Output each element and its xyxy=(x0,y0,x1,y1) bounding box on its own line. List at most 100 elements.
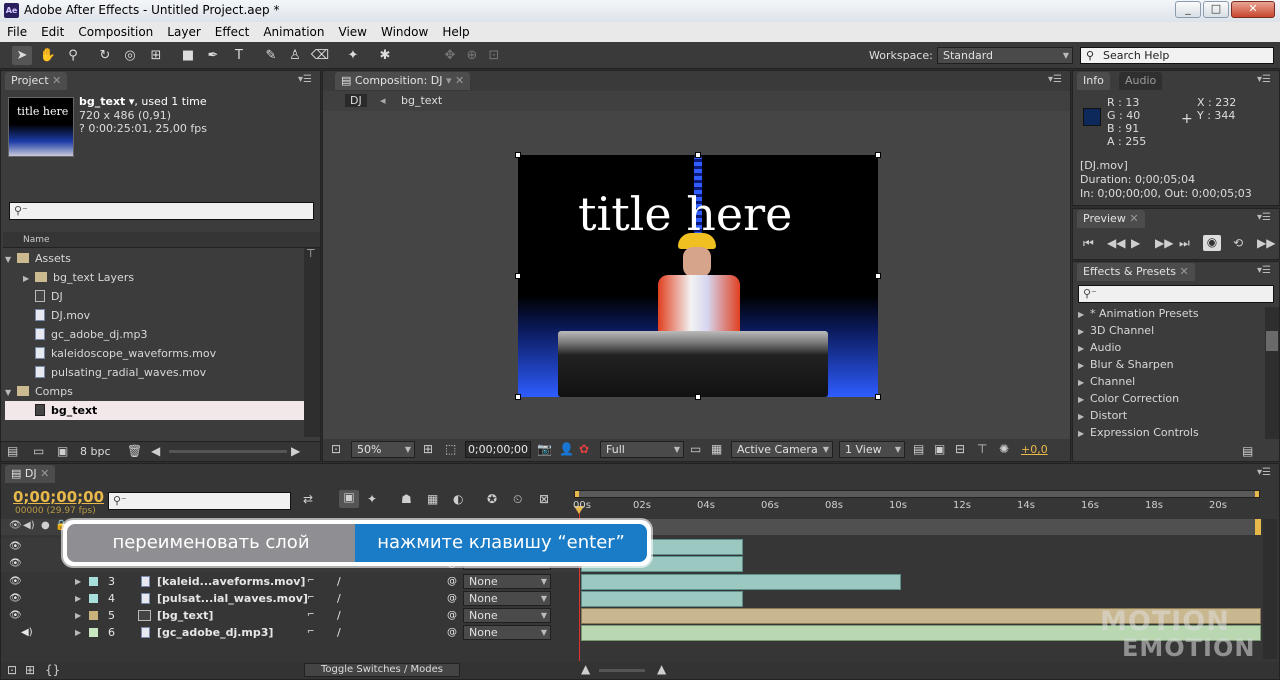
handle-tl[interactable] xyxy=(515,152,521,158)
tab-composition[interactable]: ▤ Composition: DJ ▾ ✕ xyxy=(335,72,471,90)
parent-dropdown[interactable]: None xyxy=(463,574,551,589)
loop-icon[interactable]: ⟲ xyxy=(1233,236,1243,250)
menu-effect[interactable]: Effect xyxy=(208,25,257,39)
eye-icon[interactable]: 👁 xyxy=(9,590,22,607)
list-item-kaleidoscope[interactable]: kaleidoscope_waveforms.mov xyxy=(5,344,304,363)
composition-viewer[interactable]: title here xyxy=(518,155,878,397)
graph-editor-icon[interactable]: ⊠ xyxy=(539,492,549,506)
reset-exposure-icon[interactable]: ✺ xyxy=(999,442,1009,456)
search-help-input[interactable]: ⚲ Search Help xyxy=(1080,47,1274,64)
list-item-comps[interactable]: ▼ Comps xyxy=(5,382,304,401)
effects-item-3d-channel[interactable]: ▶ 3D Channel xyxy=(1078,322,1263,339)
safe-margins-icon[interactable]: ⊞ xyxy=(423,442,433,456)
expand-triangle-icon[interactable]: ▶ xyxy=(75,624,81,641)
eye-icon[interactable]: 👁 xyxy=(9,538,22,555)
pan-behind-tool-icon[interactable]: ⊞ xyxy=(146,46,166,65)
effects-item-color-correction[interactable]: ▶ Color Correction xyxy=(1078,390,1263,407)
brainstorm-icon[interactable]: ✪ xyxy=(487,492,497,506)
next-frame-icon[interactable]: ▶▶ xyxy=(1155,236,1173,250)
zoom-tool-icon[interactable]: ⚲ xyxy=(63,46,83,65)
rectangle-tool-icon[interactable]: ■ xyxy=(178,46,198,65)
exposure-value[interactable]: +0,0 xyxy=(1021,443,1048,456)
horizontal-scrollbar[interactable] xyxy=(169,450,287,453)
breadcrumb-bg-text[interactable]: bg_text xyxy=(401,94,442,107)
layer-row-3[interactable]: 👁 ▶ 3 [kaleid...aveforms.mov] ⌐ / @ None xyxy=(1,573,579,590)
in-out-icon[interactable]: {} xyxy=(45,663,60,677)
live-update-icon[interactable]: ▣ xyxy=(339,490,359,508)
menu-window[interactable]: Window xyxy=(374,25,435,39)
hide-shy-layers-icon[interactable]: ☗ xyxy=(401,492,412,506)
effects-scrollbar[interactable] xyxy=(1265,307,1279,439)
list-item-bg-text[interactable]: bg_text xyxy=(5,401,304,420)
speaker-icon[interactable]: ◀) xyxy=(21,624,33,641)
handle-br[interactable] xyxy=(875,394,881,400)
zoom-out-icon[interactable]: ▲ xyxy=(581,662,590,676)
tab-effects-presets[interactable]: Effects & Presets ✕ xyxy=(1077,263,1195,281)
tab-preview[interactable]: Preview ✕ xyxy=(1077,210,1145,228)
new-folder-icon[interactable]: ▤ xyxy=(1242,444,1253,458)
transfer-controls-icon[interactable]: ⊞ xyxy=(25,663,35,677)
eraser-tool-icon[interactable]: ⌫ xyxy=(310,46,330,65)
shy-switch-icon[interactable]: ⌐ xyxy=(307,624,315,641)
selection-tool-icon[interactable]: ➤ xyxy=(12,46,32,65)
trash-icon[interactable]: 🗑 xyxy=(127,444,142,458)
pen-tool-icon[interactable]: ✒ xyxy=(203,46,223,65)
expand-triangle-icon[interactable]: ▶ xyxy=(75,607,81,624)
audio-icon[interactable]: ◉ xyxy=(1203,235,1221,251)
list-item-dj[interactable]: DJ xyxy=(5,287,304,306)
new-folder-icon[interactable]: ▭ xyxy=(33,444,44,458)
fast-previews-icon[interactable]: ▣ xyxy=(934,442,945,456)
rotate-tool-icon[interactable]: ↻ xyxy=(95,46,115,65)
list-item-bg-text-layers[interactable]: ▶ bg_text Layers xyxy=(5,268,304,287)
breadcrumb-dj[interactable]: DJ xyxy=(345,94,367,107)
layer-bar[interactable] xyxy=(581,591,743,607)
menu-file[interactable]: File xyxy=(0,25,34,39)
maximize-button[interactable]: □ xyxy=(1203,1,1229,18)
eye-icon[interactable]: 👁 xyxy=(9,607,22,624)
toggle-switches-modes-button[interactable]: Toggle Switches / Modes xyxy=(304,663,460,677)
menu-composition[interactable]: Composition xyxy=(71,25,160,39)
handle-tc[interactable] xyxy=(695,152,701,158)
label-color-icon[interactable] xyxy=(89,611,98,620)
parent-dropdown[interactable]: None xyxy=(463,625,551,640)
close-button[interactable]: ✕ xyxy=(1231,1,1275,18)
scroll-left-icon[interactable]: ◀ xyxy=(151,444,160,458)
label-color-icon[interactable] xyxy=(89,628,98,637)
layer-switches-icon[interactable]: ⊡ xyxy=(7,663,17,677)
show-snapshot-icon[interactable]: 👤 xyxy=(559,442,574,456)
list-item-pulsating[interactable]: pulsating_radial_waves.mov xyxy=(5,363,304,382)
menu-animation[interactable]: Animation xyxy=(256,25,331,39)
timeline-search-input[interactable]: ⚲⁻ xyxy=(108,492,291,510)
parent-spiral-icon[interactable]: @ xyxy=(447,573,457,590)
draft-3d-icon[interactable]: ✦ xyxy=(367,492,377,506)
expand-triangle-icon[interactable]: ▶ xyxy=(75,573,81,590)
effects-item-animation-presets[interactable]: ▶ * Animation Presets xyxy=(1078,305,1263,322)
handle-bl[interactable] xyxy=(515,394,521,400)
minimize-button[interactable]: _ xyxy=(1175,1,1201,18)
effects-item-expression-controls[interactable]: ▶ Expression Controls xyxy=(1078,424,1263,441)
handle-ml[interactable] xyxy=(515,273,521,279)
quality-switch-icon[interactable]: / xyxy=(337,573,341,590)
layer-name[interactable]: [pulsat...ial_waves.mov] xyxy=(157,590,308,607)
parent-spiral-icon[interactable]: @ xyxy=(447,607,457,624)
tab-timeline-dj[interactable]: ▤ DJ ✕ xyxy=(5,465,56,483)
label-color-icon[interactable] xyxy=(89,577,98,586)
panel-menu-icon[interactable]: ▾☰ xyxy=(1257,265,1271,276)
panel-menu-icon[interactable]: ▾☰ xyxy=(1257,212,1271,223)
handle-tr[interactable] xyxy=(875,152,881,158)
view-layout-dropdown[interactable]: 1 View xyxy=(839,441,905,458)
layer-row-6[interactable]: ◀) ▶ 6 [gc_adobe_dj.mp3] ⌐ / @ None xyxy=(1,624,579,641)
last-frame-icon[interactable]: ⏭ xyxy=(1179,236,1190,251)
effects-item-distort[interactable]: ▶ Distort xyxy=(1078,407,1263,424)
parent-spiral-icon[interactable]: @ xyxy=(447,624,457,641)
layer-row-5[interactable]: 👁 ▶ 5 [bg_text] ⌐ / @ None xyxy=(1,607,579,624)
name-column-header[interactable]: Name xyxy=(3,232,320,248)
interpret-footage-icon[interactable]: ▤ xyxy=(7,444,18,458)
motion-blur-icon[interactable]: ◐ xyxy=(453,492,463,506)
eye-icon[interactable]: 👁 xyxy=(9,555,22,572)
menu-view[interactable]: View xyxy=(332,25,374,39)
effects-item-audio[interactable]: ▶ Audio xyxy=(1078,339,1263,356)
project-search-input[interactable]: ⚲⁻ xyxy=(9,202,314,220)
magnification-dropdown[interactable]: 50% xyxy=(351,441,415,458)
parent-dropdown[interactable]: None xyxy=(463,591,551,606)
